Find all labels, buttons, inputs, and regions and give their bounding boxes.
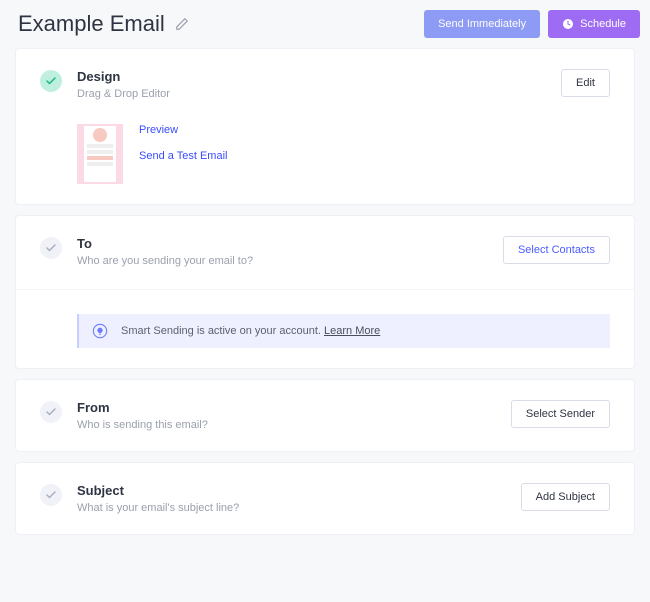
to-subtitle: Who are you sending your email to? (77, 255, 253, 267)
to-section: To Who are you sending your email to? Se… (15, 215, 635, 369)
schedule-button[interactable]: Schedule (548, 10, 640, 38)
smart-sending-icon (91, 322, 109, 340)
send-immediately-label: Send Immediately (438, 18, 526, 30)
from-title: From (77, 400, 208, 415)
from-subtitle: Who is sending this email? (77, 419, 208, 431)
preview-link[interactable]: Preview (139, 124, 227, 136)
clock-icon (562, 18, 574, 30)
divider (16, 289, 634, 290)
design-title: Design (77, 69, 170, 84)
design-thumbnail[interactable] (77, 124, 123, 184)
subject-section: Subject What is your email's subject lin… (15, 462, 635, 535)
edit-button[interactable]: Edit (561, 69, 610, 97)
select-contacts-button[interactable]: Select Contacts (503, 236, 610, 264)
schedule-label: Schedule (580, 18, 626, 30)
learn-more-link[interactable]: Learn More (324, 325, 380, 337)
page-title: Example Email (18, 11, 165, 37)
design-section: Design Drag & Drop Editor Edit Preview S… (15, 48, 635, 205)
select-sender-button[interactable]: Select Sender (511, 400, 610, 428)
check-icon (40, 237, 62, 259)
page-header: Example Email Send Immediately Schedule (0, 0, 650, 48)
subject-title: Subject (77, 483, 239, 498)
send-immediately-button[interactable]: Send Immediately (424, 10, 540, 38)
check-icon (40, 70, 62, 92)
design-subtitle: Drag & Drop Editor (77, 88, 170, 100)
send-test-link[interactable]: Send a Test Email (139, 150, 227, 162)
to-title: To (77, 236, 253, 251)
check-icon (40, 401, 62, 423)
smart-sending-banner: Smart Sending is active on your account.… (77, 314, 610, 348)
from-section: From Who is sending this email? Select S… (15, 379, 635, 452)
add-subject-button[interactable]: Add Subject (521, 483, 610, 511)
banner-text: Smart Sending is active on your account.… (121, 325, 380, 337)
subject-subtitle: What is your email's subject line? (77, 502, 239, 514)
edit-title-icon[interactable] (175, 17, 189, 31)
check-icon (40, 484, 62, 506)
